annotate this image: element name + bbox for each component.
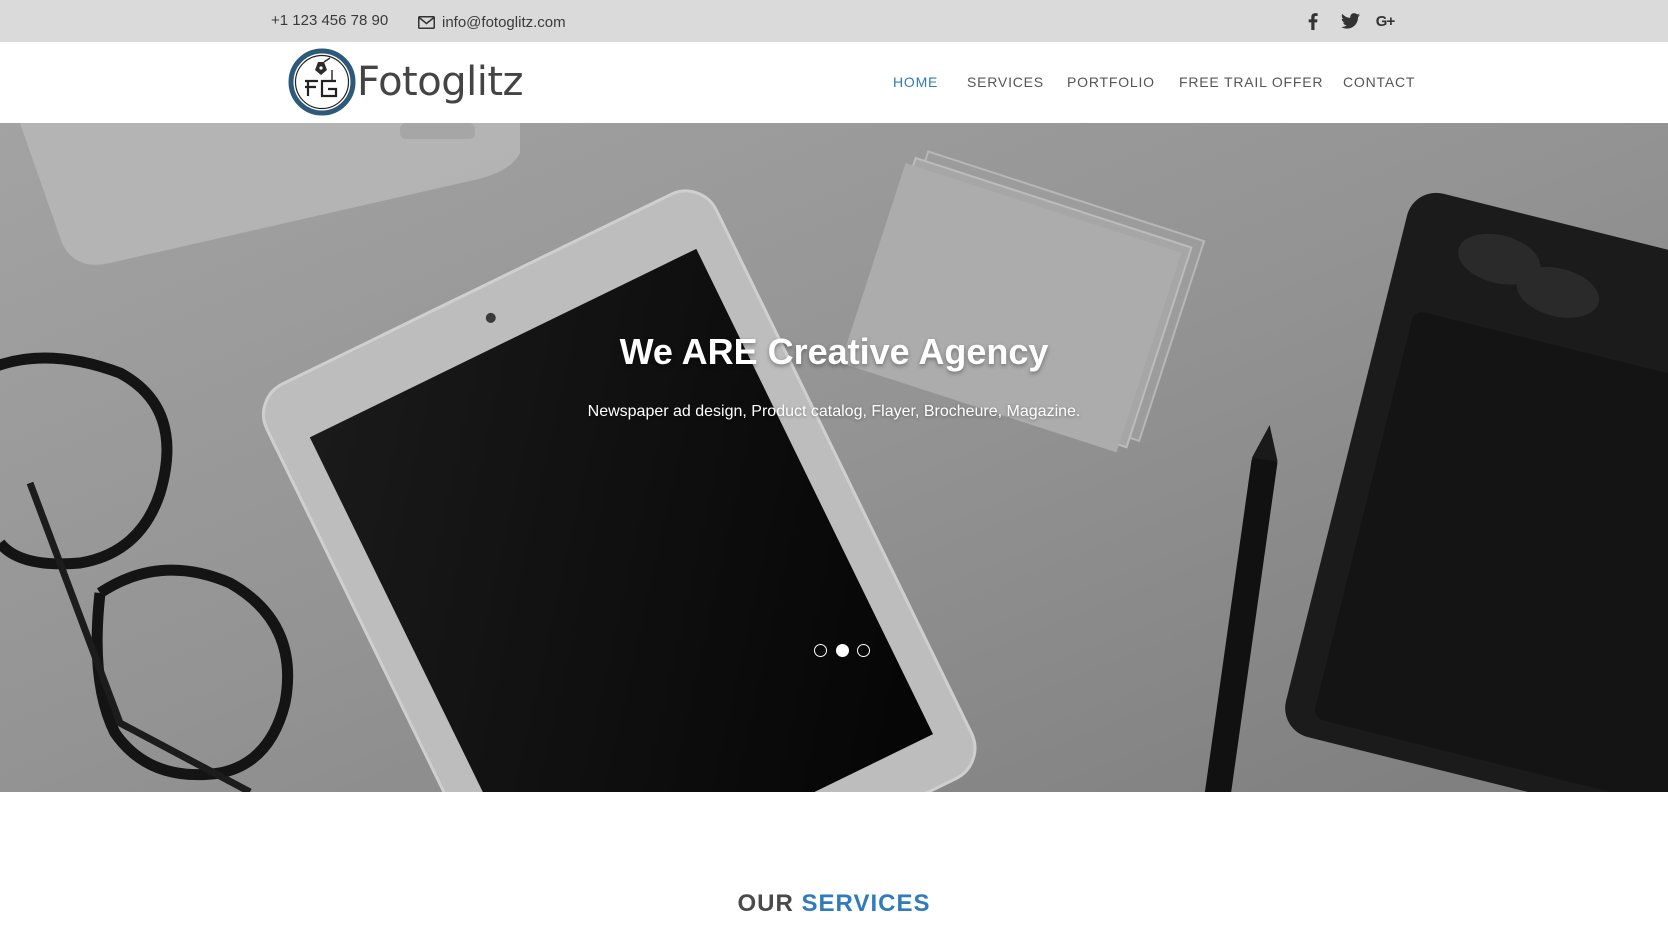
nav-home[interactable]: HOME bbox=[893, 74, 938, 94]
twitter-icon[interactable] bbox=[1340, 11, 1360, 31]
nav-contact[interactable]: CONTACT bbox=[1343, 74, 1415, 94]
hero-subtitle: Newspaper ad design, Product catalog, Fl… bbox=[587, 403, 1081, 420]
hero-title: We ARE Creative Agency bbox=[619, 331, 1049, 372]
site-logo[interactable]: Fotoglitz bbox=[288, 47, 528, 117]
email-address: info@fotoglitz.com bbox=[442, 13, 566, 31]
slider-dot-3[interactable] bbox=[857, 644, 870, 657]
phone-number: +1 123 456 78 90 bbox=[271, 12, 389, 29]
hero-background-image bbox=[0, 123, 1668, 792]
slider-dots bbox=[814, 644, 870, 658]
logo-emblem-icon bbox=[288, 48, 356, 116]
facebook-icon[interactable] bbox=[1306, 11, 1320, 31]
email-link[interactable]: info@fotoglitz.com bbox=[418, 12, 566, 32]
hero-slider: We ARE Creative Agency Newspaper ad desi… bbox=[0, 123, 1668, 792]
top-bar: +1 123 456 78 90 info@fotoglitz.com G+ bbox=[0, 0, 1668, 42]
services-heading: OUR SERVICES bbox=[0, 890, 1668, 918]
nav-portfolio[interactable]: PORTFOLIO bbox=[1067, 74, 1155, 94]
site-header: Fotoglitz HOME SERVICES PORTFOLIO FREE T… bbox=[0, 42, 1668, 123]
google-plus-icon[interactable]: G+ bbox=[1373, 11, 1397, 31]
nav-free-trail-offer[interactable]: FREE TRAIL OFFER bbox=[1179, 74, 1323, 94]
envelope-icon bbox=[418, 15, 435, 29]
services-heading-our: OUR bbox=[737, 890, 794, 917]
slider-dot-2[interactable] bbox=[835, 644, 849, 657]
slider-dot-1[interactable] bbox=[814, 644, 827, 657]
logo-text: Fotoglitz bbox=[357, 59, 524, 105]
nav-services[interactable]: SERVICES bbox=[967, 74, 1044, 94]
services-heading-services: SERVICES bbox=[801, 890, 931, 917]
